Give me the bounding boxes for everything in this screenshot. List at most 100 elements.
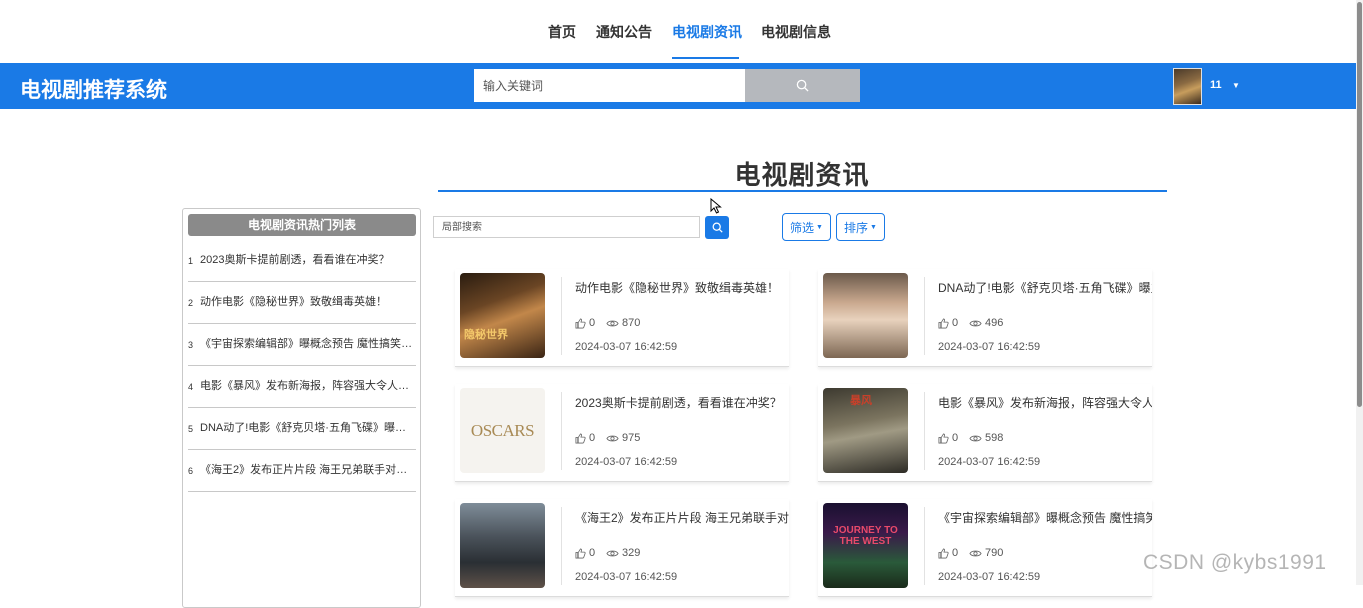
eye-icon xyxy=(969,435,982,441)
view-count-value: 598 xyxy=(985,432,1004,444)
view-count: 329 xyxy=(606,547,640,559)
hot-list-sidebar: 电视剧资讯热门列表 1 2023奥斯卡提前剧透，看看谁在冲奖？ 2 动作电影《隐… xyxy=(182,208,421,608)
like-count-value: 0 xyxy=(589,432,596,444)
news-thumbnail xyxy=(460,503,545,588)
brand-title: 电视剧推荐系统 xyxy=(20,79,167,102)
news-title[interactable]: 电影《暴风》发布新海报，阵容强大令人期待 xyxy=(938,394,1152,411)
sidebar-item-label: 《宇宙探索编辑部》曝概念预告 魔性搞笑来袭 xyxy=(200,338,414,350)
card-divider xyxy=(561,507,562,585)
thumbs-up-icon xyxy=(938,548,949,558)
eye-icon xyxy=(606,550,619,556)
mouse-cursor-icon xyxy=(710,198,722,214)
like-count[interactable]: 0 xyxy=(938,432,958,444)
like-count[interactable]: 0 xyxy=(938,317,958,329)
search-icon xyxy=(712,222,723,233)
like-count[interactable]: 0 xyxy=(575,317,595,329)
filter-dropdown-button[interactable]: 筛选 ▼ xyxy=(782,213,831,241)
news-date: 2024-03-07 16:42:59 xyxy=(938,456,1041,468)
news-title[interactable]: 2023奥斯卡提前剧透，看看谁在冲奖？ xyxy=(575,394,789,411)
like-count[interactable]: 0 xyxy=(938,547,958,559)
thumbnail-caption: 暴风 xyxy=(850,395,872,407)
news-title[interactable]: 动作电影《隐秘世界》致敬缉毒英雄！ xyxy=(575,279,789,296)
like-count[interactable]: 0 xyxy=(575,432,595,444)
local-search-input[interactable] xyxy=(433,216,700,238)
avatar[interactable] xyxy=(1173,68,1202,105)
header-bar: 电视剧推荐系统 11 ▼ xyxy=(0,63,1356,109)
sidebar-item[interactable]: 4 电影《暴风》发布新海报，阵容强大令人期待 xyxy=(188,366,416,408)
news-date: 2024-03-07 16:42:59 xyxy=(575,341,678,353)
caret-down-icon: ▼ xyxy=(816,223,823,231)
card-divider xyxy=(924,277,925,355)
view-count: 496 xyxy=(969,317,1003,329)
nav-item-tv-news[interactable]: 电视剧资讯 xyxy=(672,22,742,42)
top-nav: 首页 通知公告 电视剧资讯 电视剧信息 xyxy=(0,0,1356,63)
like-count[interactable]: 0 xyxy=(575,547,595,559)
thumbs-up-icon xyxy=(575,318,586,328)
sidebar-item[interactable]: 1 2023奥斯卡提前剧透，看看谁在冲奖？ xyxy=(188,240,416,282)
news-title[interactable]: DNA动了!电影《舒克贝塔·五角飞碟》曝主题曲 xyxy=(938,279,1152,296)
like-count-value: 0 xyxy=(952,547,959,559)
news-thumbnail: JOURNEY TO THE WEST xyxy=(823,503,908,588)
like-count-value: 0 xyxy=(952,317,959,329)
sidebar-item[interactable]: 2 动作电影《隐秘世界》致敬缉毒英雄！ xyxy=(188,282,416,324)
sidebar-item[interactable]: 3 《宇宙探索编辑部》曝概念预告 魔性搞笑来袭 xyxy=(188,324,416,366)
card-divider xyxy=(561,392,562,470)
news-card[interactable]: 暴风 电影《暴风》发布新海报，阵容强大令人期待 0 598 2024-03-07… xyxy=(818,384,1152,482)
like-count-value: 0 xyxy=(589,547,596,559)
title-divider xyxy=(438,190,1167,192)
news-date: 2024-03-07 16:42:59 xyxy=(575,571,678,583)
local-search-button[interactable] xyxy=(705,216,729,239)
sidebar-item[interactable]: 5 DNA动了!电影《舒克贝塔·五角飞碟》曝主题曲 xyxy=(188,408,416,450)
news-card[interactable]: JOURNEY TO THE WEST 《宇宙探索编辑部》曝概念预告 魔性搞笑来… xyxy=(818,499,1152,597)
thumbs-up-icon xyxy=(938,318,949,328)
sidebar-item-rank: 3 xyxy=(188,340,194,350)
news-card[interactable]: DNA动了!电影《舒克贝塔·五角飞碟》曝主题曲 0 496 2024-03-07… xyxy=(818,269,1152,367)
search-button[interactable] xyxy=(745,69,860,102)
news-thumbnail: 暴风 xyxy=(823,388,908,473)
sidebar-item-rank: 5 xyxy=(188,424,194,434)
thumbnail-caption: JOURNEY TO THE WEST xyxy=(833,525,898,547)
view-count: 790 xyxy=(969,547,1003,559)
view-count-value: 496 xyxy=(985,317,1004,329)
news-card[interactable]: 《海王2》发布正片片段 海王兄弟联手对战黑蝠鲼 0 329 2024-03-07… xyxy=(455,499,789,597)
nav-item-tv-info[interactable]: 电视剧信息 xyxy=(761,22,831,42)
scrollbar-thumb[interactable] xyxy=(1357,2,1362,407)
news-date: 2024-03-07 16:42:59 xyxy=(938,571,1041,583)
view-count-value: 870 xyxy=(622,317,641,329)
sort-label: 排序 xyxy=(844,220,869,235)
search-input[interactable] xyxy=(474,69,745,102)
watermark: CSDN @kybs1991 xyxy=(1143,551,1327,574)
sidebar-item-label: 电影《暴风》发布新海报，阵容强大令人期待 xyxy=(200,380,414,392)
sidebar-item-rank: 2 xyxy=(188,298,194,308)
caret-down-icon[interactable]: ▼ xyxy=(1232,81,1240,90)
view-count-value: 329 xyxy=(622,547,641,559)
sidebar-item-label: 2023奥斯卡提前剧透，看看谁在冲奖？ xyxy=(200,254,390,266)
sidebar-title: 电视剧资讯热门列表 xyxy=(188,214,416,236)
nav-item-home[interactable]: 首页 xyxy=(548,22,576,42)
sort-dropdown-button[interactable]: 排序 ▼ xyxy=(836,213,885,241)
news-thumbnail: OSCARS xyxy=(460,388,545,473)
nav-item-notices[interactable]: 通知公告 xyxy=(596,22,652,42)
news-thumbnail xyxy=(823,273,908,358)
sidebar-item-rank: 4 xyxy=(188,382,194,392)
view-count: 870 xyxy=(606,317,640,329)
sidebar-item-rank: 6 xyxy=(188,466,194,476)
thumbnail-caption: 隐秘世界 xyxy=(464,329,508,341)
username[interactable]: 11 xyxy=(1210,79,1222,91)
nav-active-indicator xyxy=(672,57,739,59)
sidebar-item-label: 《海王2》发布正片片段 海王兄弟联手对战黑蝠鲼 xyxy=(200,464,414,476)
eye-icon xyxy=(969,320,982,326)
eye-icon xyxy=(969,550,982,556)
news-title[interactable]: 《宇宙探索编辑部》曝概念预告 魔性搞笑来袭 xyxy=(938,509,1152,526)
search-icon xyxy=(796,79,809,92)
thumbs-up-icon xyxy=(938,433,949,443)
news-card[interactable]: 隐秘世界 动作电影《隐秘世界》致敬缉毒英雄！ 0 870 2024-03-07 … xyxy=(455,269,789,367)
like-count-value: 0 xyxy=(589,317,596,329)
view-count: 975 xyxy=(606,432,640,444)
news-title[interactable]: 《海王2》发布正片片段 海王兄弟联手对战黑蝠鲼 xyxy=(575,509,789,526)
news-card[interactable]: OSCARS 2023奥斯卡提前剧透，看看谁在冲奖？ 0 975 2024-03… xyxy=(455,384,789,482)
news-date: 2024-03-07 16:42:59 xyxy=(575,456,678,468)
filter-label: 筛选 xyxy=(790,220,815,235)
sidebar-item[interactable]: 6 《海王2》发布正片片段 海王兄弟联手对战黑蝠鲼 xyxy=(188,450,416,492)
eye-icon xyxy=(606,320,619,326)
